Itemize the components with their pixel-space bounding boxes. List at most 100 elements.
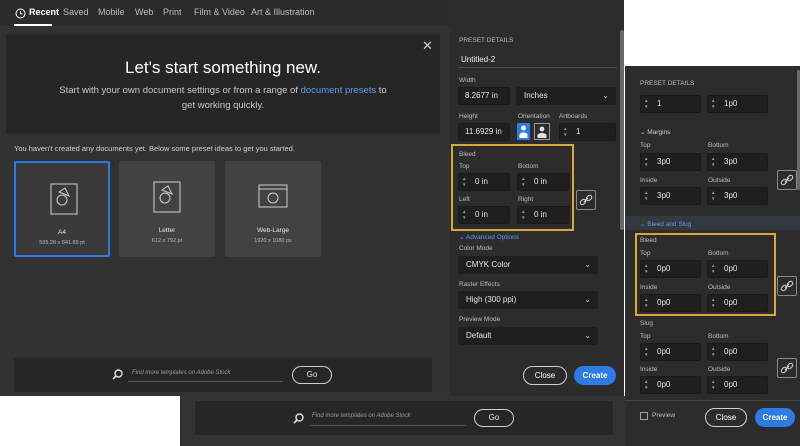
slug-bottom-field[interactable]: ▲ ▼ 0p0 (707, 343, 768, 361)
bleed-outside-field[interactable]: ▲ ▼ 0p0 (707, 294, 768, 312)
bleed-bottom-label-2: Bottom (708, 250, 729, 257)
preset-card-a4[interactable]: A4 595.28 x 841.89 pt (14, 161, 110, 257)
details-scrollbar[interactable] (620, 30, 624, 230)
margins-toggle[interactable]: ⌄ Margins (640, 128, 670, 136)
units-select[interactable]: Inches ⌄ (516, 87, 616, 105)
color-mode-select[interactable]: CMYK Color ⌄ (458, 256, 598, 274)
stepper-arrows-icon[interactable]: ▲ ▼ (711, 190, 715, 202)
welcome-hero (6, 34, 440, 134)
margin-inside-field[interactable]: ▲ ▼ 3p0 (640, 187, 701, 205)
stepper-arrows-icon[interactable]: ▲ ▼ (711, 379, 715, 391)
close-button-2[interactable]: Close (705, 408, 747, 427)
link-margins-button[interactable] (777, 170, 797, 190)
advanced-options-toggle[interactable]: ⌄ Advanced Options (459, 233, 519, 241)
orientation-label: Orientation (518, 113, 550, 120)
slug-top-field[interactable]: ▲ ▼ 0p0 (640, 343, 701, 361)
tab-print[interactable]: Print (163, 7, 182, 17)
search-icon (293, 411, 304, 429)
link-bleed-button[interactable] (576, 190, 596, 210)
height-field[interactable]: 11.6929 in (458, 123, 510, 141)
bleed-bottom-field-2[interactable]: ▲ ▼ 0p0 (707, 260, 768, 278)
tab-mobile[interactable]: Mobile (98, 7, 125, 17)
slug-inside-field[interactable]: ▲ ▼ 0p0 (640, 376, 701, 394)
name-underline (459, 67, 617, 68)
bleed-label: Bleed (459, 151, 476, 158)
search-input-2[interactable]: Find more templates on Adobe Stock (312, 413, 411, 419)
link-slug-button[interactable] (777, 358, 797, 378)
preset-card-letter[interactable]: Letter 612 x 792 pt (119, 161, 215, 257)
stepper-arrows-icon[interactable]: ▲ ▼ (563, 126, 567, 138)
bleed-inside-label: Inside (640, 284, 658, 291)
portrait-orientation-button[interactable] (517, 123, 530, 140)
slug-inside-label: Inside (640, 366, 658, 373)
stepper-arrows-icon[interactable]: ▲ ▼ (462, 176, 466, 188)
tab-art-illustration[interactable]: Art & Illustration (251, 7, 315, 17)
preset-size: 595.28 x 841.89 pt (39, 240, 85, 246)
bleed-inside-field[interactable]: ▲ ▼ 0p0 (640, 294, 701, 312)
bleed-top-field-2[interactable]: ▲ ▼ 0p0 (640, 260, 701, 278)
margin-bottom-label: Bottom (708, 142, 729, 149)
stepper-arrows-icon[interactable]: ▲ ▼ (711, 263, 715, 275)
preview-mode-select[interactable]: Default ⌄ (458, 327, 598, 345)
stepper-arrows-icon[interactable]: ▲ ▼ (644, 346, 648, 358)
preset-size: 612 x 792 pt (151, 238, 183, 244)
document-presets-link[interactable]: document presets (301, 85, 377, 96)
stepper-arrows-icon[interactable]: ▲ ▼ (644, 379, 648, 391)
create-button[interactable]: Create (574, 366, 616, 385)
active-tab-indicator (14, 24, 52, 26)
document-name[interactable]: Untitled-2 (461, 55, 495, 64)
link-bleed-button-2[interactable] (777, 276, 797, 296)
slug-outside-label: Outside (708, 366, 731, 373)
hero-subtitle-line2: get working quickly. (181, 100, 265, 111)
go-button[interactable]: Go (292, 366, 332, 384)
document-icon (50, 183, 78, 215)
stepper-arrows-icon[interactable]: ▲ ▼ (644, 297, 648, 309)
no-documents-message: You haven't created any documents yet. B… (14, 144, 295, 153)
gutter-field[interactable]: ▲ ▼ 1p0 (707, 95, 768, 113)
preset-details-header-2: PRESET DETAILS (640, 80, 695, 87)
bleed-right-label: Right (518, 196, 534, 203)
stepper-arrows-icon[interactable]: ▲ ▼ (711, 297, 715, 309)
margin-top-field[interactable]: ▲ ▼ 3p0 (640, 153, 701, 171)
stepper-arrows-icon[interactable]: ▲ ▼ (711, 156, 715, 168)
bleed-outside-label: Outside (708, 284, 731, 291)
stepper-arrows-icon[interactable]: ▲ ▼ (521, 176, 525, 188)
margin-outside-field[interactable]: ▲ ▼ 3p0 (707, 187, 768, 205)
preset-card-web-large[interactable]: Web-Large 1920 x 1080 px (225, 161, 321, 257)
raster-effects-select[interactable]: High (300 ppi) ⌄ (458, 291, 598, 309)
artboards-field[interactable]: ▲ ▼ 1 (559, 123, 616, 141)
slug-outside-field[interactable]: ▲ ▼ 0p0 (707, 376, 768, 394)
tab-recent[interactable]: Recent (29, 7, 59, 17)
stepper-arrows-icon[interactable]: ▲ ▼ (711, 346, 715, 358)
tab-film-video[interactable]: Film & Video (194, 7, 245, 17)
portrait-icon (519, 125, 528, 138)
stepper-arrows-icon[interactable]: ▲ ▼ (711, 98, 715, 110)
stepper-arrows-icon[interactable]: ▲ ▼ (644, 156, 648, 168)
bleed-top-field[interactable]: ▲ ▼ 0 in (458, 173, 510, 191)
close-button[interactable]: Close (523, 366, 567, 385)
stepper-arrows-icon[interactable]: ▲ ▼ (644, 190, 648, 202)
hero-subtitle: Start with your own document settings or… (59, 85, 387, 96)
create-button-2[interactable]: Create (755, 408, 795, 427)
tab-saved[interactable]: Saved (63, 7, 89, 17)
landscape-orientation-button[interactable] (534, 123, 550, 140)
bleed-and-slug-toggle[interactable]: ⌄ Bleed and Slug (640, 220, 691, 228)
bleed-right-field[interactable]: ▲ ▼ 0 in (517, 206, 569, 224)
margin-outside-label: Outside (708, 177, 731, 184)
tab-web[interactable]: Web (135, 7, 153, 17)
margin-bottom-field[interactable]: ▲ ▼ 3p0 (707, 153, 768, 171)
bleed-bottom-field[interactable]: ▲ ▼ 0 in (517, 173, 569, 191)
stepper-arrows-icon[interactable]: ▲ ▼ (521, 209, 525, 221)
stepper-arrows-icon[interactable]: ▲ ▼ (644, 263, 648, 275)
clock-icon (15, 6, 26, 24)
columns-field[interactable]: ▲ ▼ 1 (640, 95, 701, 113)
bleed-left-field[interactable]: ▲ ▼ 0 in (458, 206, 510, 224)
close-icon[interactable]: ✕ (422, 38, 433, 54)
preview-checkbox[interactable] (640, 412, 648, 420)
stepper-arrows-icon[interactable]: ▲ ▼ (462, 209, 466, 221)
search-input[interactable]: Find more templates on Adobe Stock (132, 370, 231, 376)
go-button-2[interactable]: Go (474, 409, 514, 427)
document-icon (153, 181, 181, 213)
width-field[interactable]: 8.2677 in (458, 87, 510, 105)
stepper-arrows-icon[interactable]: ▲ ▼ (644, 98, 648, 110)
